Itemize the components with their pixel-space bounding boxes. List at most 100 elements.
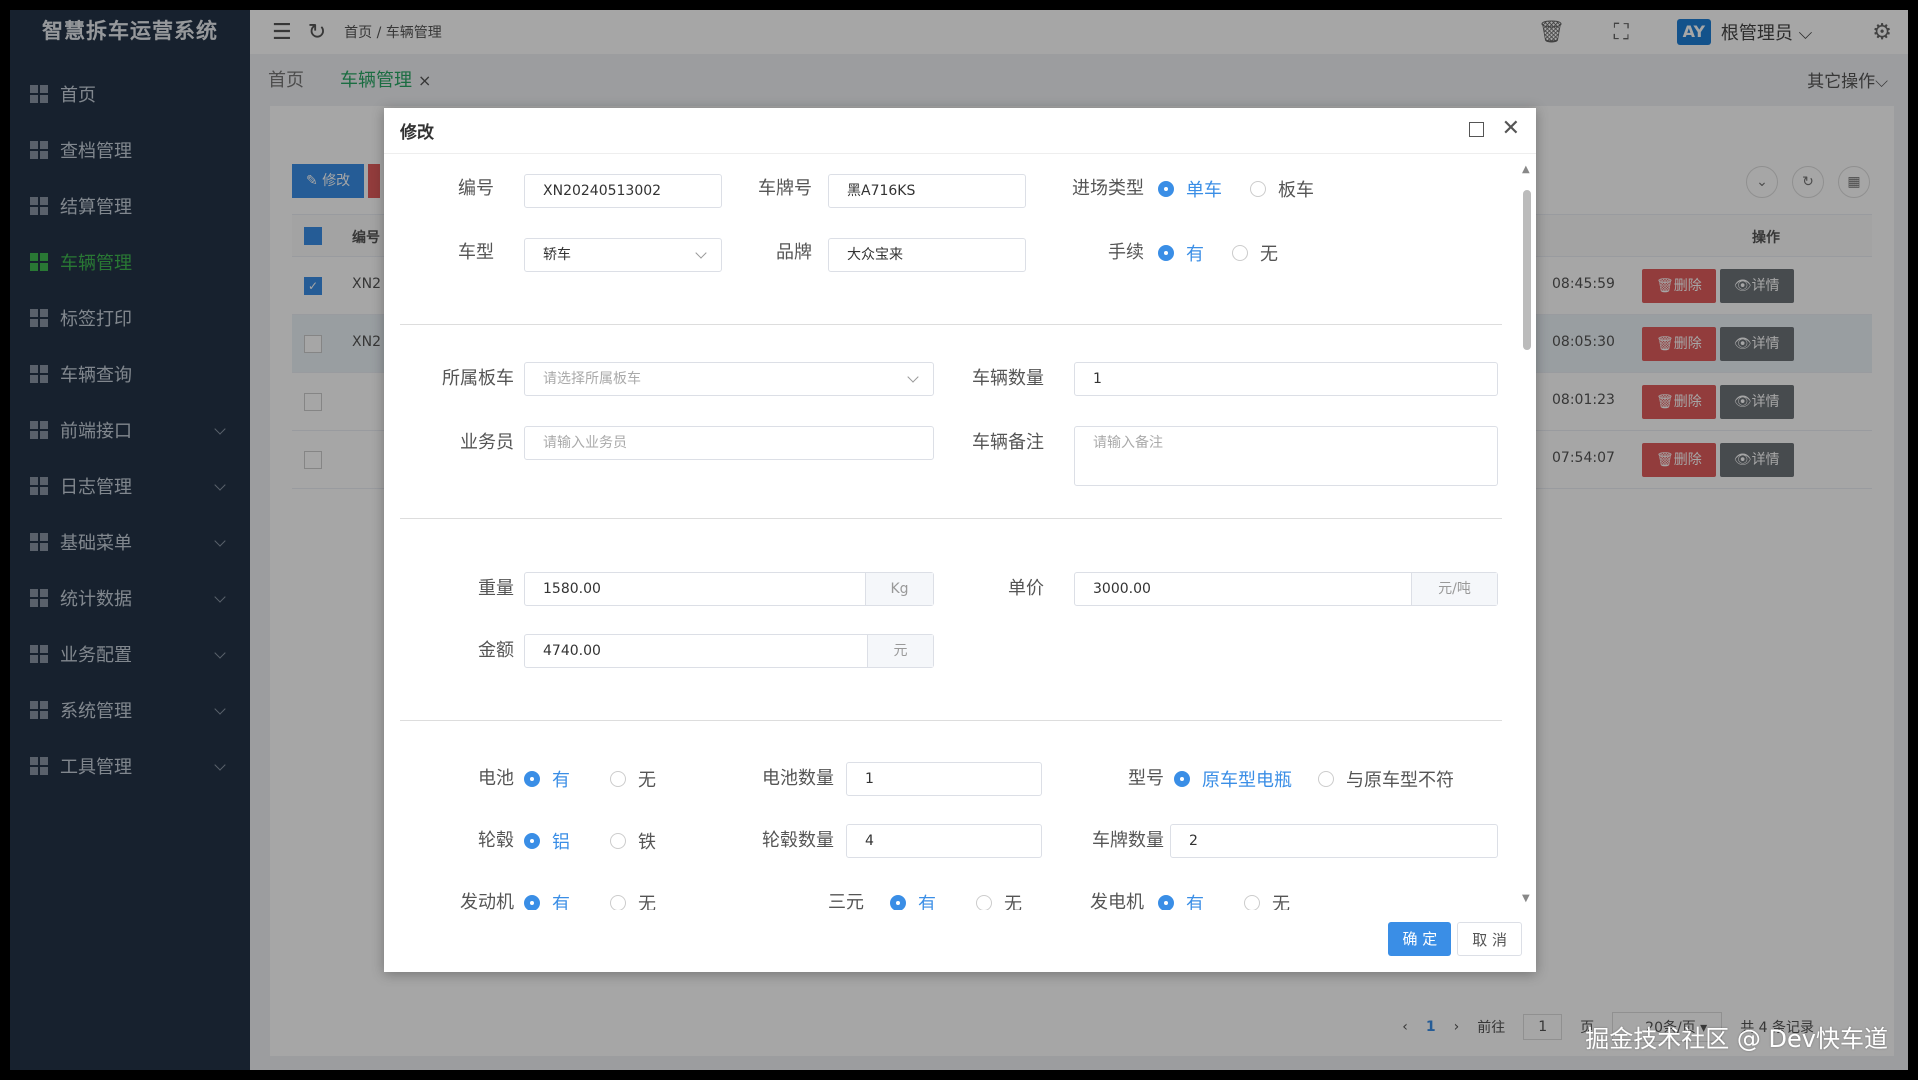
- dialog-footer: 确 定 取 消: [1382, 922, 1522, 956]
- radio-label-iron: 铁: [638, 832, 656, 853]
- dialog-controls: ✕: [1468, 118, 1520, 140]
- radio-single[interactable]: 单车: [1158, 176, 1222, 202]
- weight-unit: Kg: [865, 573, 933, 605]
- radio-label-no: 无: [1260, 244, 1278, 265]
- amount-input[interactable]: 4740.00 元: [524, 634, 934, 668]
- dialog-title: 修改: [400, 123, 434, 143]
- radio-label-mismatch: 与原车型不符: [1346, 770, 1454, 791]
- radio-dot-selected: [1158, 181, 1174, 197]
- dialog-body: 编号 XN20240513002 车牌号 黑A716KS 进场类型 单车 板车 …: [384, 154, 1508, 910]
- label-plate: 车牌号: [758, 178, 812, 199]
- label-vtype: 车型: [458, 242, 494, 263]
- label-engine: 发动机: [460, 892, 514, 910]
- radio-generator-no[interactable]: 无: [1244, 890, 1290, 910]
- vtype-value: 轿车: [543, 247, 571, 263]
- radio-dot-selected: [524, 771, 540, 787]
- radio-catalyst-no[interactable]: 无: [976, 890, 1022, 910]
- label-wheel: 轮毂: [478, 830, 514, 851]
- radio-formalities-no[interactable]: 无: [1232, 240, 1278, 266]
- radio-dot: [610, 771, 626, 787]
- radio-dot: [976, 895, 992, 910]
- radio-label-yes: 有: [1186, 894, 1204, 910]
- radio-catalyst-yes[interactable]: 有: [890, 890, 936, 910]
- plate-input[interactable]: 黑A716KS: [828, 174, 1026, 208]
- maximize-icon[interactable]: [1468, 122, 1484, 137]
- radio-board[interactable]: 板车: [1250, 176, 1314, 202]
- radio-dot: [1244, 895, 1260, 910]
- radio-dot: [1250, 181, 1266, 197]
- label-model: 型号: [1128, 768, 1164, 789]
- brand-input[interactable]: 大众宝来: [828, 238, 1026, 272]
- label-vcount: 车辆数量: [972, 368, 1044, 389]
- confirm-button[interactable]: 确 定: [1388, 922, 1452, 956]
- plate-qty-input[interactable]: 2: [1170, 824, 1498, 858]
- close-icon[interactable]: ✕: [1502, 118, 1520, 140]
- radio-label-board: 板车: [1278, 180, 1314, 201]
- radio-formalities-yes[interactable]: 有: [1158, 240, 1204, 266]
- amount-value: 4740.00: [543, 643, 601, 659]
- label-amount: 金额: [478, 640, 514, 661]
- radio-dot: [1232, 245, 1248, 261]
- price-input[interactable]: 3000.00 元/吨: [1074, 572, 1498, 606]
- label-wheel-qty: 轮毂数量: [762, 830, 834, 851]
- salesman-input[interactable]: 请输入业务员: [524, 426, 934, 460]
- radio-generator-yes[interactable]: 有: [1158, 890, 1204, 910]
- scroll-down-icon[interactable]: ▼: [1522, 893, 1530, 904]
- price-unit: 元/吨: [1411, 573, 1497, 605]
- label-brand: 品牌: [776, 242, 812, 263]
- radio-dot-selected: [890, 895, 906, 910]
- radio-label-alu: 铝: [552, 832, 570, 853]
- divider: [400, 324, 1502, 325]
- radio-label-yes: 有: [552, 770, 570, 791]
- radio-engine-yes[interactable]: 有: [524, 890, 570, 910]
- label-remark: 车辆备注: [972, 432, 1044, 453]
- code-input[interactable]: XN20240513002: [524, 174, 722, 208]
- divider: [400, 518, 1502, 519]
- edit-dialog: 修改 ✕ 编号 XN20240513002 车牌号 黑A716KS 进场类型 单…: [384, 108, 1536, 972]
- chevron-down-icon: [695, 247, 707, 259]
- radio-dot: [1318, 771, 1334, 787]
- radio-wheel-alu[interactable]: 铝: [524, 828, 570, 854]
- scrollbar-thumb[interactable]: [1523, 190, 1531, 350]
- radio-dot-selected: [1174, 771, 1190, 787]
- radio-label-original: 原车型电瓶: [1202, 770, 1292, 791]
- weight-input[interactable]: 1580.00 Kg: [524, 572, 934, 606]
- chevron-down-icon: [907, 371, 919, 383]
- radio-wheel-iron[interactable]: 铁: [610, 828, 656, 854]
- radio-dot-selected: [1158, 895, 1174, 910]
- trailer-placeholder: 请选择所属板车: [543, 371, 641, 387]
- dialog-scrollbar[interactable]: ▲ ▼: [1522, 164, 1532, 904]
- scroll-up-icon[interactable]: ▲: [1522, 164, 1530, 175]
- wheel-qty-input[interactable]: 4: [846, 824, 1042, 858]
- radio-dot: [610, 833, 626, 849]
- amount-unit: 元: [867, 635, 933, 667]
- weight-value: 1580.00: [543, 581, 601, 597]
- trailer-select[interactable]: 请选择所属板车: [524, 362, 934, 396]
- radio-dot-selected: [524, 895, 540, 910]
- cancel-button[interactable]: 取 消: [1457, 922, 1522, 956]
- vcount-input[interactable]: 1: [1074, 362, 1498, 396]
- label-price: 单价: [1008, 578, 1044, 599]
- dialog-header: 修改 ✕: [384, 108, 1536, 154]
- radio-engine-no[interactable]: 无: [610, 890, 656, 910]
- battery-qty-input[interactable]: 1: [846, 762, 1042, 796]
- remark-textarea[interactable]: 请输入备注: [1074, 426, 1498, 486]
- radio-model-mismatch[interactable]: 与原车型不符: [1318, 766, 1454, 792]
- radio-battery-no[interactable]: 无: [610, 766, 656, 792]
- label-battery: 电池: [478, 768, 514, 789]
- label-formalities: 手续: [1108, 242, 1144, 263]
- radio-battery-yes[interactable]: 有: [524, 766, 570, 792]
- radio-label-no: 无: [1272, 894, 1290, 910]
- label-plate-qty: 车牌数量: [1092, 830, 1164, 851]
- label-trailer: 所属板车: [442, 368, 514, 389]
- watermark: 掘金技术社区 @ Dev快车道: [1585, 1025, 1888, 1053]
- vtype-select[interactable]: 轿车: [524, 238, 722, 272]
- divider: [400, 720, 1502, 721]
- radio-label-yes: 有: [1186, 244, 1204, 265]
- label-generator: 发电机: [1090, 892, 1144, 910]
- radio-label-no: 无: [638, 770, 656, 791]
- radio-model-original[interactable]: 原车型电瓶: [1174, 766, 1292, 792]
- radio-label-single: 单车: [1186, 180, 1222, 201]
- radio-dot-selected: [524, 833, 540, 849]
- radio-label-no: 无: [1004, 894, 1022, 910]
